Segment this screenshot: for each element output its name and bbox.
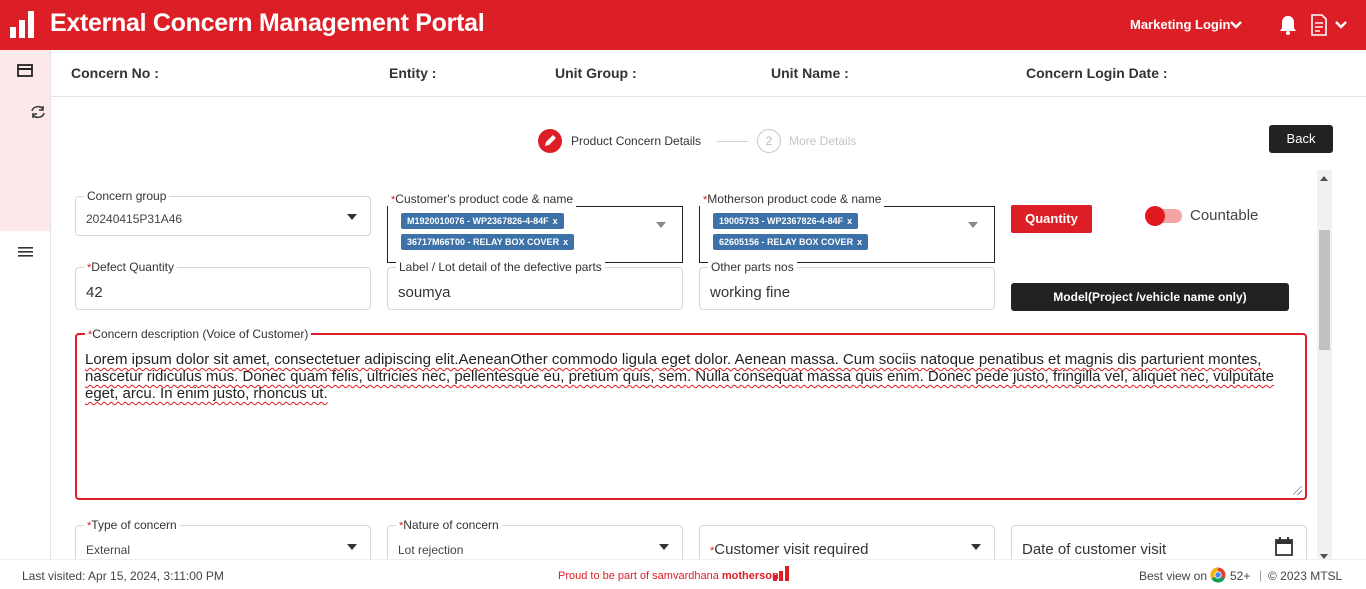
visit-date-field[interactable]: Date of customer visit [1011,525,1307,559]
chevron-down-icon [347,544,357,550]
chevron-down-icon [968,222,978,228]
best-view-text: Best view on [1139,569,1208,583]
customer-product-chip[interactable]: M1920010076 - WP2367826-4-84F x [401,213,564,229]
entity-label: Entity : [389,65,437,81]
concern-no-label: Concern No : [71,65,159,81]
nature-of-concern-label: Nature of concern [403,518,499,532]
scroll-up-arrow-icon[interactable] [1320,176,1328,181]
motherson-product-chip[interactable]: 62605156 - RELAY BOX COVER x [713,234,869,250]
defect-quantity-label: Defect Quantity [91,260,174,274]
concern-group-value: 20240415P31A46 [86,212,183,226]
brand-logo-icon [773,566,789,581]
concern-description-text: Lorem ipsum dolor sit amet, consectetuer… [85,351,1274,402]
remove-chip-icon[interactable]: x [563,237,568,247]
scroll-thumb[interactable] [1319,230,1330,350]
concern-form: Concern group 20240415P31A46 *Customer's… [66,170,1317,559]
proud-text: Proud to be part of samvardhana motherso… [558,570,779,582]
model-button[interactable]: Model(Project /vehicle name only) [1011,283,1289,311]
browser-version: 52+ [1230,569,1251,583]
customer-product-chip[interactable]: 36717M66T00 - RELAY BOX COVER x [401,234,575,250]
remove-chip-icon[interactable]: x [857,237,862,247]
chevron-down-icon[interactable] [1334,18,1348,32]
concern-description-label: Concern description (Voice of Customer) [92,327,309,341]
lot-detail-field[interactable]: Label / Lot detail of the defective part… [387,260,683,310]
customer-visit-select[interactable]: *Customer visit required [699,525,995,559]
chevron-down-icon [347,214,357,220]
motherson-product-label: Motherson product code & name [707,192,882,206]
card-icon[interactable] [17,64,33,77]
defect-quantity-value: 42 [86,284,103,301]
step1-indicator[interactable] [538,129,562,153]
customer-product-label: Customer's product code & name [395,192,573,206]
step1-label[interactable]: Product Concern Details [571,134,701,148]
lot-detail-label: Label / Lot detail of the defective part… [399,260,602,274]
chevron-down-icon [659,544,669,550]
brand-name: motherson [721,570,779,582]
concern-info-bar: Concern No : Entity : Unit Group : Unit … [51,50,1366,97]
resize-handle-icon[interactable] [1293,486,1302,495]
other-parts-field[interactable]: Other parts nos working fine [699,260,995,310]
customer-visit-label: Customer visit required [714,541,869,558]
logo-icon [10,11,34,38]
lot-detail-value: soumya [398,284,451,301]
menu-icon[interactable] [18,246,33,258]
remove-chip-icon[interactable]: x [553,216,558,226]
countable-label: Countable [1190,207,1259,224]
motherson-product-select[interactable]: *Motherson product code & name 19005733 … [699,192,995,263]
footer: Last visited: Apr 15, 2024, 3:11:00 PM P… [0,559,1366,589]
step2-indicator[interactable]: 2 [757,129,781,153]
concern-group-select[interactable]: Concern group 20240415P31A46 [75,189,371,236]
chevron-down-icon[interactable] [1229,18,1243,32]
step-connector [717,141,748,142]
type-of-concern-value: External [86,543,131,557]
defect-quantity-field[interactable]: *Defect Quantity 42 [75,260,371,310]
sync-icon[interactable] [30,105,46,119]
sidebar-highlight [0,50,50,231]
countable-toggle-knob[interactable] [1145,206,1165,226]
unit-group-label: Unit Group : [555,65,637,81]
form-scrollbar[interactable] [1317,170,1332,559]
nature-of-concern-select[interactable]: *Nature of concern Lot rejection [387,518,683,559]
customer-product-select[interactable]: *Customer's product code & name M1920010… [387,192,683,263]
nature-of-concern-value: Lot rejection [398,543,464,557]
sidebar [0,50,51,559]
type-of-concern-label: Type of concern [91,518,177,532]
app-title: External Concern Management Portal [50,9,485,37]
quantity-button[interactable]: Quantity [1011,205,1092,233]
remove-chip-icon[interactable]: x [847,216,852,226]
other-parts-label: Other parts nos [711,260,794,274]
last-visited-text: Last visited: Apr 15, 2024, 3:11:00 PM [22,569,224,583]
unit-name-label: Unit Name : [771,65,849,81]
document-icon[interactable] [1310,14,1328,36]
back-button[interactable]: Back [1269,125,1333,153]
top-bar: External Concern Management Portal Marke… [0,0,1366,50]
copyright-text: © 2023 MTSL [1268,569,1343,583]
step2-label[interactable]: More Details [789,134,856,148]
chrome-icon [1210,567,1226,583]
calendar-icon[interactable] [1275,537,1293,556]
type-of-concern-select[interactable]: *Type of concern External [75,518,371,559]
concern-login-date-label: Concern Login Date : [1026,65,1168,81]
other-parts-value: working fine [710,284,791,301]
login-menu[interactable]: Marketing Login [1130,17,1230,32]
bell-icon[interactable] [1279,15,1297,35]
motherson-product-chip[interactable]: 19005733 - WP2367826-4-84F x [713,213,859,229]
footer-separator: | [1259,568,1263,582]
visit-date-placeholder: Date of customer visit [1022,541,1167,558]
chevron-down-icon [656,222,666,228]
pencil-icon [545,135,556,146]
concern-group-label: Concern group [87,189,167,203]
concern-description-field[interactable]: *Concern description (Voice of Customer)… [75,327,1307,500]
chevron-down-icon [971,544,981,550]
